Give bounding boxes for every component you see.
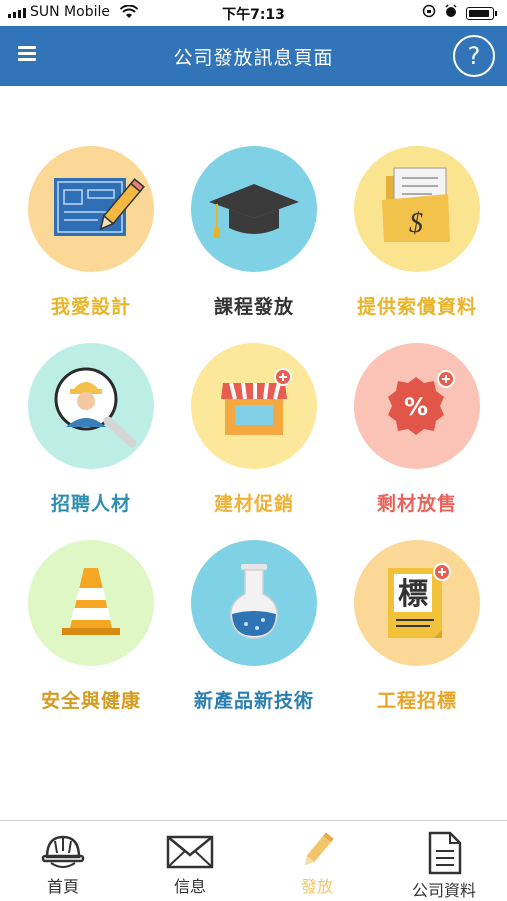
tile-tender[interactable]: 標 工程招標 [342, 540, 492, 713]
tab-messages[interactable]: 信息 [127, 821, 253, 901]
tender-document-icon: 標 [354, 540, 480, 666]
tile-material-promo[interactable]: 建材促銷 [179, 343, 329, 516]
help-button[interactable]: ? [453, 35, 495, 77]
folder-money-icon: $ [354, 146, 480, 272]
tab-label: 公司資料 [411, 881, 476, 900]
discount-badge-icon: % [354, 343, 480, 469]
tile-label: 我愛設計 [50, 296, 131, 318]
tile-new-tech[interactable]: 新產品新技術 [179, 540, 329, 713]
tender-character: 標 [398, 577, 428, 612]
tile-label: 招聘人材 [50, 493, 131, 515]
tile-label: 工程招標 [376, 690, 457, 712]
percent-symbol: % [404, 393, 428, 421]
tab-publish[interactable]: 發放 [254, 821, 380, 901]
tile-claims[interactable]: $ 提供索償資料 [342, 146, 492, 319]
worker-search-icon [28, 343, 154, 469]
flask-icon [191, 540, 317, 666]
envelope-icon [166, 835, 214, 869]
tile-surplus-sale[interactable]: % 剩材放售 [342, 343, 492, 516]
tile-label: 課程發放 [213, 296, 294, 318]
tile-label: 提供索償資料 [356, 296, 477, 318]
tile-label: 安全與健康 [40, 690, 141, 712]
alarm-icon [444, 4, 458, 22]
blueprint-icon [28, 146, 154, 272]
document-icon [428, 831, 462, 875]
tab-bar: 首頁 信息 發放 公司資料 [0, 820, 507, 901]
tab-label: 信息 [173, 877, 206, 896]
tile-label: 新產品新技術 [193, 690, 314, 712]
store-icon [191, 343, 317, 469]
helmet-icon [41, 835, 85, 868]
money-symbol: $ [409, 208, 423, 239]
tab-label: 發放 [300, 877, 333, 896]
tile-courses[interactable]: 課程發放 [179, 146, 329, 319]
tile-recruit[interactable]: 招聘人材 [16, 343, 166, 516]
tile-label: 剩材放售 [376, 493, 457, 515]
page-title: 公司發放訊息頁面 [173, 47, 334, 69]
battery-icon [466, 6, 494, 20]
tab-label: 首頁 [46, 877, 79, 896]
nav-bar: 公司發放訊息頁面 ? [0, 26, 507, 86]
tab-home[interactable]: 首頁 [0, 821, 126, 901]
graduation-cap-icon [191, 146, 317, 272]
tile-safety-health[interactable]: 安全與健康 [16, 540, 166, 713]
tile-design[interactable]: 我愛設計 [16, 146, 166, 319]
tile-label: 建材促銷 [213, 493, 294, 515]
tab-company-info[interactable]: 公司資料 [381, 821, 507, 901]
traffic-cone-icon [28, 540, 154, 666]
orientation-lock-icon [422, 4, 436, 22]
status-bar: SUN Mobile 下午7:13 [0, 0, 507, 26]
pencil-icon [304, 832, 334, 866]
